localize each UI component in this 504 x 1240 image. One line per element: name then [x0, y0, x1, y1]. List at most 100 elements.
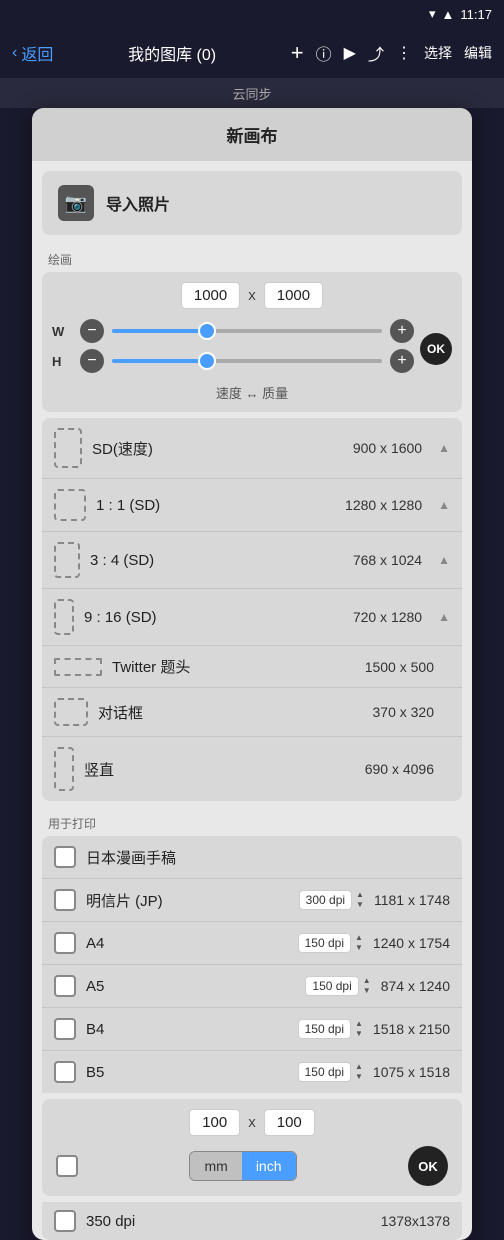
b5-dpi-control[interactable]: 150 dpi ▲ ▼ [298, 1062, 363, 1082]
manga-checkbox[interactable] [54, 846, 76, 868]
info-button[interactable]: ⓘ [316, 41, 332, 65]
a5-dpi-badge[interactable]: 150 dpi [305, 976, 358, 996]
custom-size-area: 100 x 100 mm inch OK [42, 1099, 462, 1196]
a5-dpi-control[interactable]: 150 dpi ▲ ▼ [305, 976, 370, 996]
a4-dpi-control[interactable]: 150 dpi ▲ ▼ [298, 933, 363, 953]
a4-dpi-value: 150 dpi [305, 936, 344, 950]
preset-name-34: 3 : 4 (SD) [90, 552, 343, 569]
a4-dpi-up[interactable]: ▲ [355, 934, 363, 942]
b4-dpi-up[interactable]: ▲ [355, 1020, 363, 1028]
preset-thumb-916 [54, 599, 74, 635]
a5-dpi-down[interactable]: ▼ [363, 987, 371, 995]
bottom-partial-checkbox[interactable] [54, 1210, 76, 1232]
print-item[interactable]: B4 150 dpi ▲ ▼ 1518 x 2150 [42, 1008, 462, 1051]
custom-checkbox[interactable] [56, 1155, 78, 1177]
a4-dpi-badge[interactable]: 150 dpi [298, 933, 351, 953]
b5-dpi-down[interactable]: ▼ [355, 1073, 363, 1081]
print-item[interactable]: B5 150 dpi ▲ ▼ 1075 x 1518 [42, 1051, 462, 1093]
preset-thumb-sd [54, 428, 82, 468]
edit-button[interactable]: 编辑 [464, 43, 492, 63]
preset-item[interactable]: SD(速度) 900 x 1600 ▲ [42, 418, 462, 479]
preset-name-vertical: 竖直 [84, 759, 355, 780]
bottom-row: mm inch OK [52, 1146, 452, 1186]
b4-dpi-down[interactable]: ▼ [355, 1030, 363, 1038]
height-plus-button[interactable]: + [390, 349, 414, 373]
preset-arrow-icon: ▲ [438, 553, 450, 567]
custom-width-value[interactable]: 100 [189, 1109, 240, 1136]
print-item[interactable]: A4 150 dpi ▲ ▼ 1240 x 1754 [42, 922, 462, 965]
b4-size: 1518 x 2150 [373, 1021, 450, 1037]
width-plus-button[interactable]: + [390, 319, 414, 343]
cloud-sync-bar: 云同步 [0, 78, 504, 108]
back-chevron-icon: ‹ [12, 44, 17, 62]
postcard-dpi-up[interactable]: ▲ [356, 891, 364, 899]
b5-dpi-arrows[interactable]: ▲ ▼ [355, 1063, 363, 1081]
dim-separator: x [248, 287, 256, 304]
status-icons: ▾ ▲ 11:17 [429, 6, 492, 22]
preset-item[interactable]: 1 : 1 (SD) 1280 x 1280 ▲ [42, 479, 462, 532]
b5-dpi-badge[interactable]: 150 dpi [298, 1062, 351, 1082]
a4-dpi-down[interactable]: ▼ [355, 944, 363, 952]
import-photo-section[interactable]: 📷 导入照片 [42, 171, 462, 235]
width-value[interactable]: 1000 [181, 282, 240, 309]
print-item[interactable]: A5 150 dpi ▲ ▼ 874 x 1240 [42, 965, 462, 1008]
preset-item[interactable]: Twitter 题头 1500 x 500 [42, 646, 462, 688]
print-item[interactable]: 明信片 (JP) 300 dpi ▲ ▼ 1181 x 1748 [42, 879, 462, 922]
import-photo-label: 导入照片 [106, 191, 170, 215]
width-minus-button[interactable]: − [80, 319, 104, 343]
postcard-dpi-control[interactable]: 300 dpi ▲ ▼ [299, 890, 364, 910]
add-button[interactable]: + [291, 40, 304, 66]
print-name-a5: A5 [86, 978, 295, 995]
b4-dpi-control[interactable]: 150 dpi ▲ ▼ [298, 1019, 363, 1039]
b4-checkbox[interactable] [54, 1018, 76, 1040]
painting-section-label: 绘画 [32, 245, 472, 272]
bottom-partial-item[interactable]: 350 dpi 1378x1378 [42, 1202, 462, 1240]
custom-ok-button[interactable]: OK [408, 1146, 448, 1186]
preset-item[interactable]: 对话框 370 x 320 [42, 688, 462, 737]
b5-checkbox[interactable] [54, 1061, 76, 1083]
preset-size-sd: 900 x 1600 [353, 440, 422, 456]
a5-dpi-arrows[interactable]: ▲ ▼ [363, 977, 371, 995]
custom-dim-separator: x [248, 1114, 256, 1131]
height-value[interactable]: 1000 [264, 282, 323, 309]
a5-checkbox[interactable] [54, 975, 76, 997]
preset-size-34: 768 x 1024 [353, 552, 422, 568]
more-button[interactable]: ⋮ [396, 43, 412, 63]
preset-item[interactable]: 3 : 4 (SD) 768 x 1024 ▲ [42, 532, 462, 589]
dim-values-row: 1000 x 1000 [52, 282, 452, 309]
h-label: H [52, 354, 72, 369]
w-label: W [52, 324, 72, 339]
preset-thumb-34 [54, 542, 80, 578]
select-button[interactable]: 选择 [424, 43, 452, 63]
a5-dpi-up[interactable]: ▲ [363, 977, 371, 985]
share-button[interactable]: ⤴ [368, 41, 384, 65]
postcard-size: 1181 x 1748 [374, 892, 450, 908]
preset-item[interactable]: 竖直 690 x 4096 [42, 737, 462, 801]
print-item[interactable]: 日本漫画手稿 [42, 836, 462, 879]
width-slider[interactable] [112, 329, 382, 333]
time-display: 11:17 [460, 7, 492, 22]
postcard-dpi-arrows[interactable]: ▲ ▼ [356, 891, 364, 909]
wifi-icon: ▾ [429, 6, 436, 22]
width-slider-row: W − + [52, 319, 414, 343]
b5-dpi-up[interactable]: ▲ [355, 1063, 363, 1071]
preset-item[interactable]: 9 : 16 (SD) 720 x 1280 ▲ [42, 589, 462, 646]
postcard-dpi-badge[interactable]: 300 dpi [299, 890, 352, 910]
mm-unit-button[interactable]: mm [190, 1152, 241, 1180]
dimensions-ok-button[interactable]: OK [420, 333, 452, 365]
custom-height-value[interactable]: 100 [264, 1109, 315, 1136]
inch-unit-button[interactable]: inch [242, 1152, 296, 1180]
b4-dpi-arrows[interactable]: ▲ ▼ [355, 1020, 363, 1038]
height-slider[interactable] [112, 359, 382, 363]
a5-dpi-value: 150 dpi [312, 979, 351, 993]
postcard-checkbox[interactable] [54, 889, 76, 911]
a4-checkbox[interactable] [54, 932, 76, 954]
height-minus-button[interactable]: − [80, 349, 104, 373]
back-button[interactable]: ‹ 返回 [12, 41, 53, 65]
bottom-partial-dpi: 350 dpi [86, 1213, 371, 1230]
postcard-dpi-down[interactable]: ▼ [356, 901, 364, 909]
nav-bar: ‹ 返回 我的图库 (0) + ⓘ ▶ ⤴ ⋮ 选择 编辑 [0, 28, 504, 78]
b4-dpi-badge[interactable]: 150 dpi [298, 1019, 351, 1039]
play-button[interactable]: ▶ [344, 43, 356, 63]
a4-dpi-arrows[interactable]: ▲ ▼ [355, 934, 363, 952]
